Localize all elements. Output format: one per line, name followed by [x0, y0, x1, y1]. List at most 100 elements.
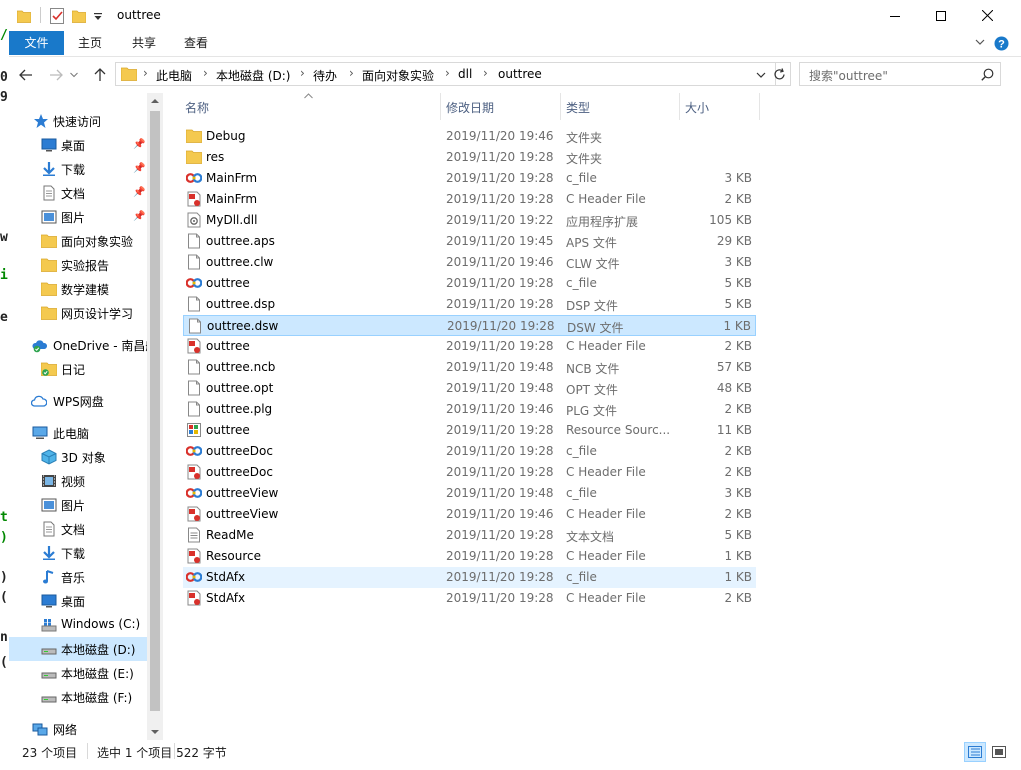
nav-lab-report[interactable]: 实验报告 [9, 253, 147, 277]
nav-drive-d[interactable]: 本地磁盘 (D:) [9, 637, 147, 661]
file-row[interactable]: outtree.dsp 2019/11/20 19:28 DSP 文件 5 KB [183, 294, 756, 315]
breadcrumb-this-pc[interactable]: 此电脑 [156, 67, 192, 84]
breadcrumb-outtree[interactable]: outtree [498, 67, 542, 81]
nav-math-modeling[interactable]: 数学建模 [9, 277, 147, 301]
file-row[interactable]: StdAfx 2019/11/20 19:28 c_file 1 KB [183, 567, 756, 588]
nav-wps-cloud[interactable]: WPS网盘 [9, 389, 147, 413]
nav-documents[interactable]: 文档 📌 [9, 181, 147, 205]
svg-text:?: ? [998, 39, 1005, 51]
file-row[interactable]: MyDll.dll 2019/11/20 19:22 应用程序扩展 105 KB [183, 210, 756, 231]
file-row[interactable]: Debug 2019/11/20 19:46 文件夹 [183, 126, 756, 147]
nav-quick-access[interactable]: 快速访问 [9, 109, 147, 133]
close-button[interactable] [964, 0, 1010, 31]
file-row[interactable]: res 2019/11/20 19:28 文件夹 [183, 147, 756, 168]
help-icon[interactable]: ? [994, 36, 1009, 51]
nav-network[interactable]: 网络 [9, 717, 147, 740]
nav-pc-desktop[interactable]: 桌面 [9, 589, 147, 613]
column-separator[interactable] [679, 93, 680, 120]
refresh-button[interactable] [769, 62, 791, 86]
header-file-icon [187, 191, 201, 207]
nav-3d-objects[interactable]: 3D 对象 [9, 445, 147, 469]
nav-downloads[interactable]: 下载 📌 [9, 157, 147, 181]
file-row[interactable]: outtreeView 2019/11/20 19:48 c_file 3 KB [183, 483, 756, 504]
breadcrumb-dll[interactable]: dll [458, 67, 472, 81]
nav-drive-e[interactable]: 本地磁盘 (E:) [9, 661, 147, 685]
nav-pc-downloads[interactable]: 下载 [9, 541, 147, 565]
large-icons-view-icon [992, 746, 1006, 758]
file-row[interactable]: outtree 2019/11/20 19:28 c_file 5 KB [183, 273, 756, 294]
breadcrumb-todo[interactable]: 待办 [313, 67, 337, 84]
up-button[interactable] [89, 61, 111, 88]
file-row[interactable]: StdAfx 2019/11/20 19:28 C Header File 2 KB [183, 588, 756, 609]
dll-file-icon [187, 212, 201, 228]
scroll-down-icon[interactable] [151, 729, 159, 735]
file-row[interactable]: outtree.plg 2019/11/20 19:46 PLG 文件 2 KB [183, 399, 756, 420]
column-separator[interactable] [560, 93, 561, 120]
nav-pictures[interactable]: 图片 📌 [9, 205, 147, 229]
nav-web-design[interactable]: 网页设计学习 [9, 301, 147, 325]
breadcrumb-oop-lab[interactable]: 面向对象实验 [362, 67, 434, 84]
file-row[interactable]: outtree 2019/11/20 19:28 Resource Sourc...… [183, 420, 756, 441]
column-separator[interactable] [759, 93, 760, 120]
file-icon [188, 233, 200, 249]
minimize-button[interactable] [872, 0, 918, 31]
column-size[interactable]: 大小 [685, 99, 709, 116]
column-date[interactable]: 修改日期 [446, 99, 494, 116]
nav-onedrive[interactable]: OneDrive - 南昌航 [9, 333, 157, 357]
file-row[interactable]: outtree.ncb 2019/11/20 19:48 NCB 文件 57 KB [183, 357, 756, 378]
status-bar: 23 个项目 选中 1 个项目 522 字节 [9, 740, 1021, 770]
nav-videos[interactable]: 视频 [9, 469, 147, 493]
tab-view[interactable]: 查看 [173, 31, 219, 55]
nav-this-pc[interactable]: 此电脑 [9, 421, 147, 445]
nav-diary[interactable]: 日记 [9, 357, 147, 381]
file-type: c_file [566, 444, 597, 458]
address-bar[interactable]: › 此电脑 › 本地磁盘 (D:) › 待办 › 面向对象实验 › dll › … [115, 62, 776, 86]
chevron-down-icon[interactable] [975, 39, 985, 47]
scroll-up-icon[interactable] [151, 98, 159, 104]
forward-button[interactable] [45, 61, 67, 88]
file-row[interactable]: Resource 2019/11/20 19:28 C Header File 1 K… [183, 546, 756, 567]
file-row[interactable]: outtree.opt 2019/11/20 19:48 OPT 文件 48 KB [183, 378, 756, 399]
nav-drive-c[interactable]: Windows (C:) [9, 613, 147, 637]
pin-icon: 📌 [133, 163, 146, 174]
details-view-button[interactable] [964, 742, 986, 762]
file-row[interactable]: MainFrm 2019/11/20 19:28 c_file 3 KB [183, 168, 756, 189]
nav-scroll-thumb[interactable] [150, 111, 160, 711]
customize-toolbar-icon[interactable] [93, 7, 103, 25]
nav-oop-lab[interactable]: 面向对象实验 [9, 229, 147, 253]
column-separator[interactable] [440, 93, 441, 120]
nav-pc-documents[interactable]: 文档 [9, 517, 147, 541]
file-row[interactable]: outtree.aps 2019/11/20 19:45 APS 文件 29 KB [183, 231, 756, 252]
file-row[interactable]: outtree.dsw 2019/11/20 19:28 DSW 文件 1 KB [183, 315, 756, 336]
column-type[interactable]: 类型 [566, 99, 590, 116]
large-icons-view-button[interactable] [988, 742, 1010, 762]
file-row[interactable]: outtreeDoc 2019/11/20 19:28 c_file 2 KB [183, 441, 756, 462]
file-row[interactable]: outtreeDoc 2019/11/20 19:28 C Header File 2… [183, 462, 756, 483]
nav-pc-pictures[interactable]: 图片 [9, 493, 147, 517]
search-input[interactable]: 搜索"outtree" [799, 62, 1001, 86]
breadcrumb-drive-d[interactable]: 本地磁盘 (D:) [216, 67, 290, 84]
tab-file[interactable]: 文件 [9, 31, 64, 55]
new-folder-icon[interactable] [72, 7, 86, 25]
file-row[interactable]: outtree.clw 2019/11/20 19:46 CLW 文件 3 KB [183, 252, 756, 273]
chevron-down-icon[interactable] [756, 72, 766, 79]
status-separator [174, 743, 175, 759]
folder-icon[interactable] [17, 7, 31, 25]
folder-icon [41, 234, 57, 248]
properties-icon[interactable] [49, 7, 65, 25]
nav-pane-scrollbar[interactable] [147, 93, 163, 740]
nav-drive-f[interactable]: 本地磁盘 (F:) [9, 685, 147, 709]
file-row[interactable]: MainFrm 2019/11/20 19:28 C Header File 2 KB [183, 189, 756, 210]
nav-desktop[interactable]: 桌面 📌 [9, 133, 147, 157]
nav-music[interactable]: 音乐 [9, 565, 147, 589]
back-button[interactable] [15, 61, 37, 88]
video-icon [42, 475, 56, 487]
maximize-button[interactable] [918, 0, 964, 31]
column-name[interactable]: 名称 [185, 99, 209, 116]
file-row[interactable]: outtreeView 2019/11/20 19:46 C Header File… [183, 504, 756, 525]
recent-locations-button[interactable] [67, 61, 81, 88]
tab-home[interactable]: 主页 [67, 31, 113, 55]
file-row[interactable]: ReadMe 2019/11/20 19:28 文本文档 5 KB [183, 525, 756, 546]
tab-share[interactable]: 共享 [121, 31, 167, 55]
file-row[interactable]: outtree 2019/11/20 19:28 C Header File 2 KB [183, 336, 756, 357]
